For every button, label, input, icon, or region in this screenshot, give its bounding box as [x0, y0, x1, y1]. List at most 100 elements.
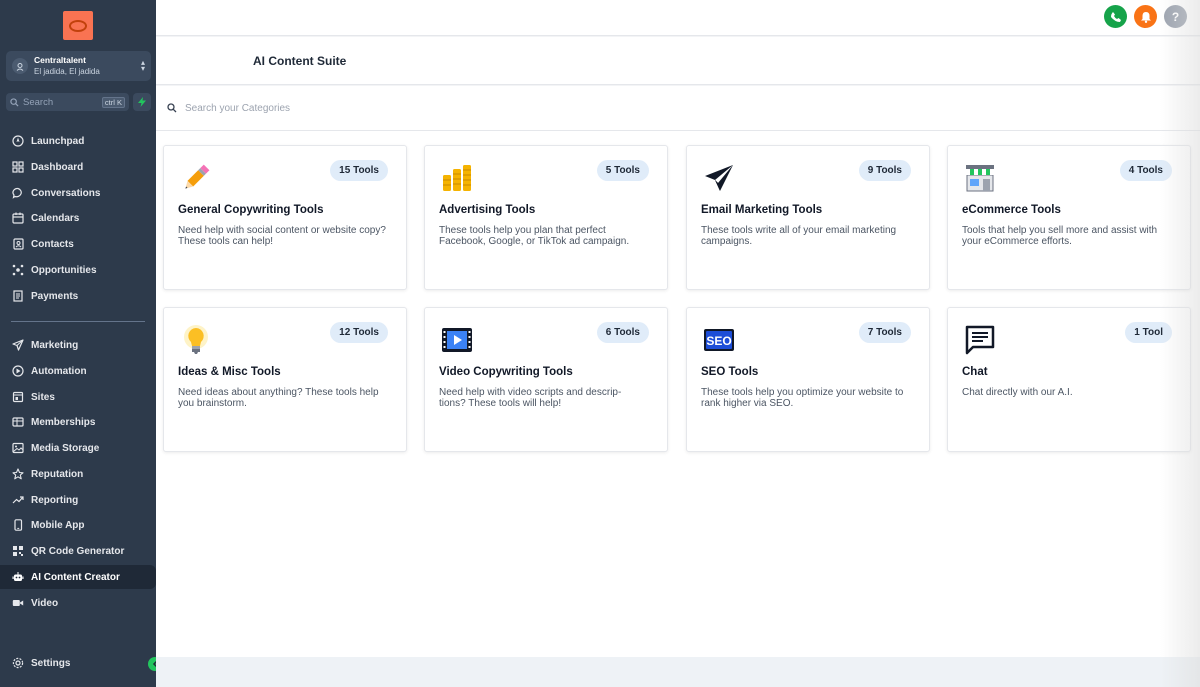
- pencil-icon: [178, 160, 214, 196]
- quick-actions-button[interactable]: [133, 93, 151, 111]
- card-title: Ideas & Misc Tools: [178, 366, 281, 378]
- sidebar-search[interactable]: Search ctrl K: [6, 93, 129, 111]
- sidebar-item-label: AI Content Creator: [31, 571, 120, 583]
- sidebar-item-automation[interactable]: Automation: [0, 359, 156, 383]
- sidebar-item-conversations[interactable]: Conversations: [0, 181, 156, 205]
- sidebar-item-dashboard[interactable]: Dashboard: [0, 155, 156, 179]
- sidebar-item-media-storage[interactable]: Media Storage: [0, 436, 156, 460]
- card-description: These tools help you optimize your websi…: [701, 387, 904, 409]
- search-icon: [167, 103, 177, 113]
- sidebar-item-label: Launchpad: [31, 135, 85, 147]
- tool-count-badge: 9 Tools: [858, 160, 911, 181]
- card-description: Need ideas about anything? These tools h…: [178, 387, 379, 409]
- sidebar-item-ai-content-creator[interactable]: AI Content Creator: [0, 565, 156, 589]
- category-search-bar: [156, 86, 1200, 131]
- category-card-ecommerce-tools[interactable]: 4 Tools eCommerce Tools Tools that help yo…: [947, 145, 1191, 290]
- sidebar-item-label: Dashboard: [31, 161, 84, 173]
- trend-icon: [11, 494, 24, 507]
- tool-count-badge: 4 Tools: [1119, 160, 1172, 181]
- card-description: Chat directly with our A.I.: [962, 387, 1073, 398]
- robot-icon: [11, 571, 24, 584]
- payments-icon: [11, 290, 24, 303]
- chevron-up-down-icon: ▴ ▾: [140, 58, 145, 73]
- star-icon: [11, 468, 24, 481]
- contacts-icon: [11, 238, 24, 251]
- sidebar-item-payments[interactable]: Payments: [0, 284, 156, 308]
- sidebar-item-label: Mobile App: [31, 519, 85, 531]
- help-button[interactable]: ?: [1164, 5, 1187, 28]
- sidebar-item-reputation[interactable]: Reputation: [0, 462, 156, 486]
- category-card-chat[interactable]: 1 Tool Chat Chat directly with our A.I.: [947, 307, 1191, 452]
- sidebar-item-label: Reputation: [31, 468, 84, 480]
- category-card-ideas-misc-tools[interactable]: 12 Tools Ideas & Misc Tools Need ideas abo…: [163, 307, 407, 452]
- sidebar-item-label: Media Storage: [31, 442, 100, 454]
- tool-count-badge: 1 Tool: [1125, 322, 1172, 343]
- account-name: Centraltalent: [34, 55, 86, 65]
- sidebar-item-qr-code-generator[interactable]: QR Code Generator: [0, 539, 156, 563]
- sidebar-item-sites[interactable]: Sites: [0, 385, 156, 409]
- card-description: These tools help you plan that perfect F…: [439, 225, 630, 247]
- card-title: SEO Tools: [701, 366, 759, 378]
- sidebar: Centraltalent El jadida, El jadida ▴ ▾ Se…: [0, 0, 156, 687]
- sidebar-item-marketing[interactable]: Marketing: [0, 333, 156, 357]
- memberships-icon: [11, 416, 24, 429]
- sidebar-item-label: Automation: [31, 365, 87, 377]
- mobile-icon: [11, 519, 24, 532]
- top-bar: ?: [156, 0, 1200, 36]
- location-pin-icon: [12, 58, 28, 74]
- tool-count-badge: 15 Tools: [330, 160, 388, 181]
- sidebar-item-label: QR Code Generator: [31, 545, 125, 557]
- chat-bubble-icon: [11, 187, 24, 200]
- search-icon: [10, 97, 19, 107]
- launchpad-icon: [11, 135, 24, 148]
- notifications-button[interactable]: [1134, 5, 1157, 28]
- chat-icon: [962, 322, 998, 358]
- card-title: eCommerce Tools: [962, 204, 1061, 216]
- category-card-email-marketing-tools[interactable]: 9 Tools Email Marketing Tools These tools …: [686, 145, 930, 290]
- category-search-input[interactable]: [185, 102, 585, 114]
- sidebar-item-settings[interactable]: Settings: [0, 651, 156, 675]
- card-description: Need help with social content or website…: [178, 225, 386, 247]
- category-card-seo-tools[interactable]: SEO 7 Tools SEO Tools These tools help you …: [686, 307, 930, 452]
- card-title: Email Marketing Tools: [701, 204, 823, 216]
- sidebar-item-label: Calendars: [31, 212, 80, 224]
- sidebar-item-video[interactable]: Video: [0, 591, 156, 615]
- page-title: AI Content Suite: [253, 54, 347, 68]
- phone-button[interactable]: [1104, 5, 1127, 28]
- card-title: General Copywriting Tools: [178, 204, 324, 216]
- card-title: Advertising Tools: [439, 204, 536, 216]
- sidebar-item-opportunities[interactable]: Opportunities: [0, 258, 156, 282]
- sidebar-item-label: Marketing: [31, 339, 79, 351]
- categories-grid: 15 Tools General Copywriting Tools Need he…: [156, 131, 1200, 657]
- lightning-icon: [138, 97, 146, 107]
- card-description: Tools that help you sell more and assist…: [962, 225, 1158, 247]
- nav-divider: [11, 321, 145, 322]
- page-header: AI Content Suite: [156, 37, 1200, 85]
- sidebar-item-contacts[interactable]: Contacts: [0, 232, 156, 256]
- tool-count-badge: 6 Tools: [596, 322, 649, 343]
- lightbulb-icon: [178, 322, 214, 358]
- dashboard-icon: [11, 161, 24, 174]
- search-shortcut: ctrl K: [101, 96, 125, 108]
- tool-count-badge: 12 Tools: [330, 322, 388, 343]
- sidebar-item-calendars[interactable]: Calendars: [0, 206, 156, 230]
- svg-text:SEO: SEO: [706, 334, 731, 348]
- image-icon: [11, 442, 24, 455]
- gear-icon: [11, 657, 24, 670]
- brand-logo[interactable]: [63, 11, 93, 40]
- sidebar-item-label: Settings: [31, 657, 71, 669]
- sidebar-item-reporting[interactable]: Reporting: [0, 488, 156, 512]
- sidebar-item-memberships[interactable]: Memberships: [0, 410, 156, 434]
- sidebar-item-label: Memberships: [31, 416, 96, 428]
- bell-icon: [1140, 11, 1151, 23]
- category-card-video-copywriting-tools[interactable]: 6 Tools Video Copywriting Tools Need help …: [424, 307, 668, 452]
- card-description: These tools write all of your email mark…: [701, 225, 897, 247]
- sidebar-item-label: Payments: [31, 290, 79, 302]
- category-card-advertising-tools[interactable]: 5 Tools Advertising Tools These tools help…: [424, 145, 668, 290]
- sidebar-item-mobile-app[interactable]: Mobile App: [0, 513, 156, 537]
- category-card-general-copywriting-tools[interactable]: 15 Tools General Copywriting Tools Need he…: [163, 145, 407, 290]
- sidebar-item-label: Contacts: [31, 238, 74, 250]
- account-switcher[interactable]: Centraltalent El jadida, El jadida ▴ ▾: [6, 51, 151, 81]
- sidebar-item-launchpad[interactable]: Launchpad: [0, 129, 156, 153]
- qr-code-icon: [11, 545, 24, 558]
